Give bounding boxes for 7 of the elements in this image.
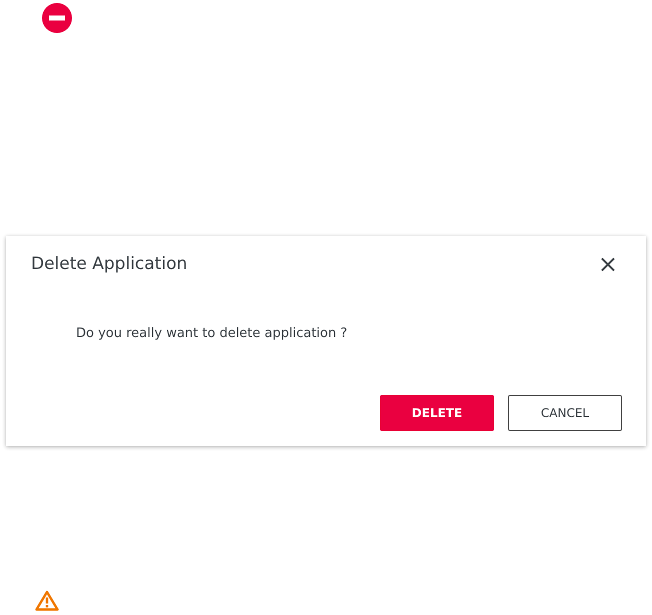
stop-icon: [42, 3, 72, 33]
delete-button[interactable]: DELETE: [380, 395, 494, 431]
cancel-button[interactable]: CANCEL: [508, 395, 622, 431]
dialog-title: Delete Application: [31, 254, 188, 274]
confirmation-message: Do you really want to delete application ?: [76, 326, 348, 341]
warning-icon: [35, 590, 59, 611]
close-button[interactable]: ×: [594, 252, 622, 276]
